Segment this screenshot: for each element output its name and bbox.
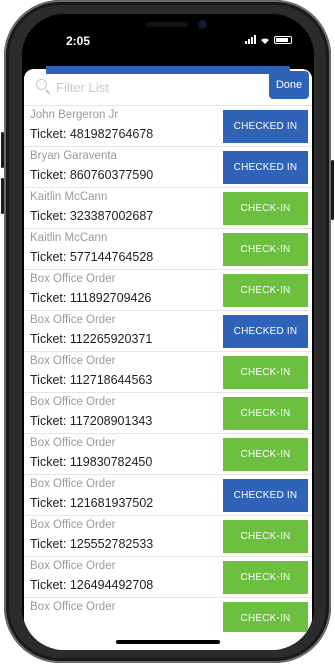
status-time: 2:05 xyxy=(66,34,91,48)
power-button xyxy=(331,160,334,220)
app-screen: Done John Bergeron Jr Ticket: 48198276467… xyxy=(22,66,314,650)
ticket-number: Ticket: 126494492708 xyxy=(30,578,154,592)
ticket-number: Ticket: 112718644563 xyxy=(30,373,153,387)
ticket-number: Ticket: 111892709426 xyxy=(30,291,152,305)
attendee-row: Box Office Order Ticket: 117208901343 CHEC… xyxy=(24,392,312,433)
attendee-name: Box Office Order xyxy=(30,519,116,531)
attendee-list: John Bergeron Jr Ticket: 481982764678 CHEC… xyxy=(24,105,312,638)
check-in-button[interactable]: CHECK-IN xyxy=(223,274,308,307)
attendee-row: Kaitlin McCann Ticket: 577144764528 CHECK-… xyxy=(24,228,312,269)
front-camera xyxy=(198,20,207,29)
attendee-name: Box Office Order xyxy=(30,437,116,449)
status-icons xyxy=(245,35,292,44)
search-bar: Done xyxy=(24,69,312,103)
check-in-button[interactable]: CHECK-IN xyxy=(223,397,308,430)
check-in-button[interactable]: CHECK-IN xyxy=(223,520,308,553)
attendee-row: Kaitlin McCann Ticket: 323387002687 CHECK-… xyxy=(24,187,312,228)
check-in-button[interactable]: CHECK-IN xyxy=(223,438,308,471)
check-in-button[interactable]: CHECK-IN xyxy=(223,233,308,266)
ticket-number: Ticket: 323387002687 xyxy=(30,209,154,223)
attendee-row: Box Office Order Ticket: 112265920371 CHEC… xyxy=(24,310,312,351)
ticket-number: Ticket: 119830782450 xyxy=(30,455,153,469)
attendee-name: Bryan Garaventa xyxy=(30,150,117,162)
cellular-signal-icon xyxy=(245,35,256,44)
attendee-row: Box Office Order Ticket: 125552782533 CHEC… xyxy=(24,515,312,556)
ticket-number: Ticket: 481982764678 xyxy=(30,127,154,141)
attendee-name: Box Office Order xyxy=(30,478,116,490)
battery-icon xyxy=(274,35,292,44)
ticket-number: Ticket: 121681937502 xyxy=(30,496,154,510)
home-indicator[interactable] xyxy=(116,640,220,644)
checked-in-button[interactable]: CHECKED IN xyxy=(223,479,308,512)
phone-frame: 2:05 Done John Bergeron JrTicket: 48 xyxy=(1,0,334,663)
volume-down-button xyxy=(1,178,4,214)
attendee-name: Box Office Order xyxy=(30,560,116,572)
attendee-name: John Bergeron Jr xyxy=(30,109,119,121)
wifi-icon xyxy=(261,37,269,44)
attendee-name: Kaitlin McCann xyxy=(30,191,108,203)
attendee-row: John Bergeron Jr Ticket: 481982764678 CHEC… xyxy=(24,105,312,146)
done-button[interactable]: Done xyxy=(269,71,309,99)
attendee-row: Box Office Order Ticket: 119830782450 CHEC… xyxy=(24,433,312,474)
attendee-row: Bryan Garaventa Ticket: 860760377590 CHECK… xyxy=(24,146,312,187)
attendee-row: Box Office Order Ticket: 121681937502 CHEC… xyxy=(24,474,312,515)
check-in-button[interactable]: CHECK-IN xyxy=(223,561,308,594)
checked-in-button[interactable]: CHECKED IN xyxy=(223,110,308,143)
attendee-name: Box Office Order xyxy=(30,355,116,367)
attendee-name: Box Office Order xyxy=(30,396,116,408)
speaker-grille xyxy=(146,22,188,27)
notch xyxy=(100,14,236,40)
attendee-sheet: Done John Bergeron Jr Ticket: 48198276467… xyxy=(24,69,312,650)
ticket-number: Ticket: 860760377590 xyxy=(30,168,154,182)
home-indicator-area xyxy=(24,632,312,650)
phone-screen: 2:05 Done John Bergeron JrTicket: 48 xyxy=(22,14,314,650)
check-in-button[interactable]: CHECK-IN xyxy=(223,192,308,225)
attendee-name: Box Office Order xyxy=(30,314,116,326)
check-in-button[interactable]: CHECK-IN xyxy=(223,356,308,389)
attendee-name: Box Office Order xyxy=(30,273,116,285)
ticket-number: Ticket: 125552782533 xyxy=(30,537,154,551)
filter-input[interactable] xyxy=(30,75,248,99)
attendee-row: Box Office Order Ticket: 126494492708 CHEC… xyxy=(24,556,312,597)
attendee-row: Box Office Order Ticket: 112718644563 CHEC… xyxy=(24,351,312,392)
ticket-number: Ticket: 117208901343 xyxy=(30,414,153,428)
attendee-name: Box Office Order xyxy=(30,601,116,613)
attendee-row: Box Office Order Ticket: 111892709426 CHEC… xyxy=(24,269,312,310)
volume-up-button xyxy=(1,132,4,168)
checked-in-button[interactable]: CHECKED IN xyxy=(223,315,308,348)
ticket-number: Ticket: 577144764528 xyxy=(30,250,154,264)
attendee-name: Kaitlin McCann xyxy=(30,232,108,244)
check-in-button[interactable]: CHECK-IN xyxy=(223,602,308,635)
checked-in-button[interactable]: CHECKED IN xyxy=(223,151,308,184)
ticket-number: Ticket: 112265920371 xyxy=(30,332,153,346)
